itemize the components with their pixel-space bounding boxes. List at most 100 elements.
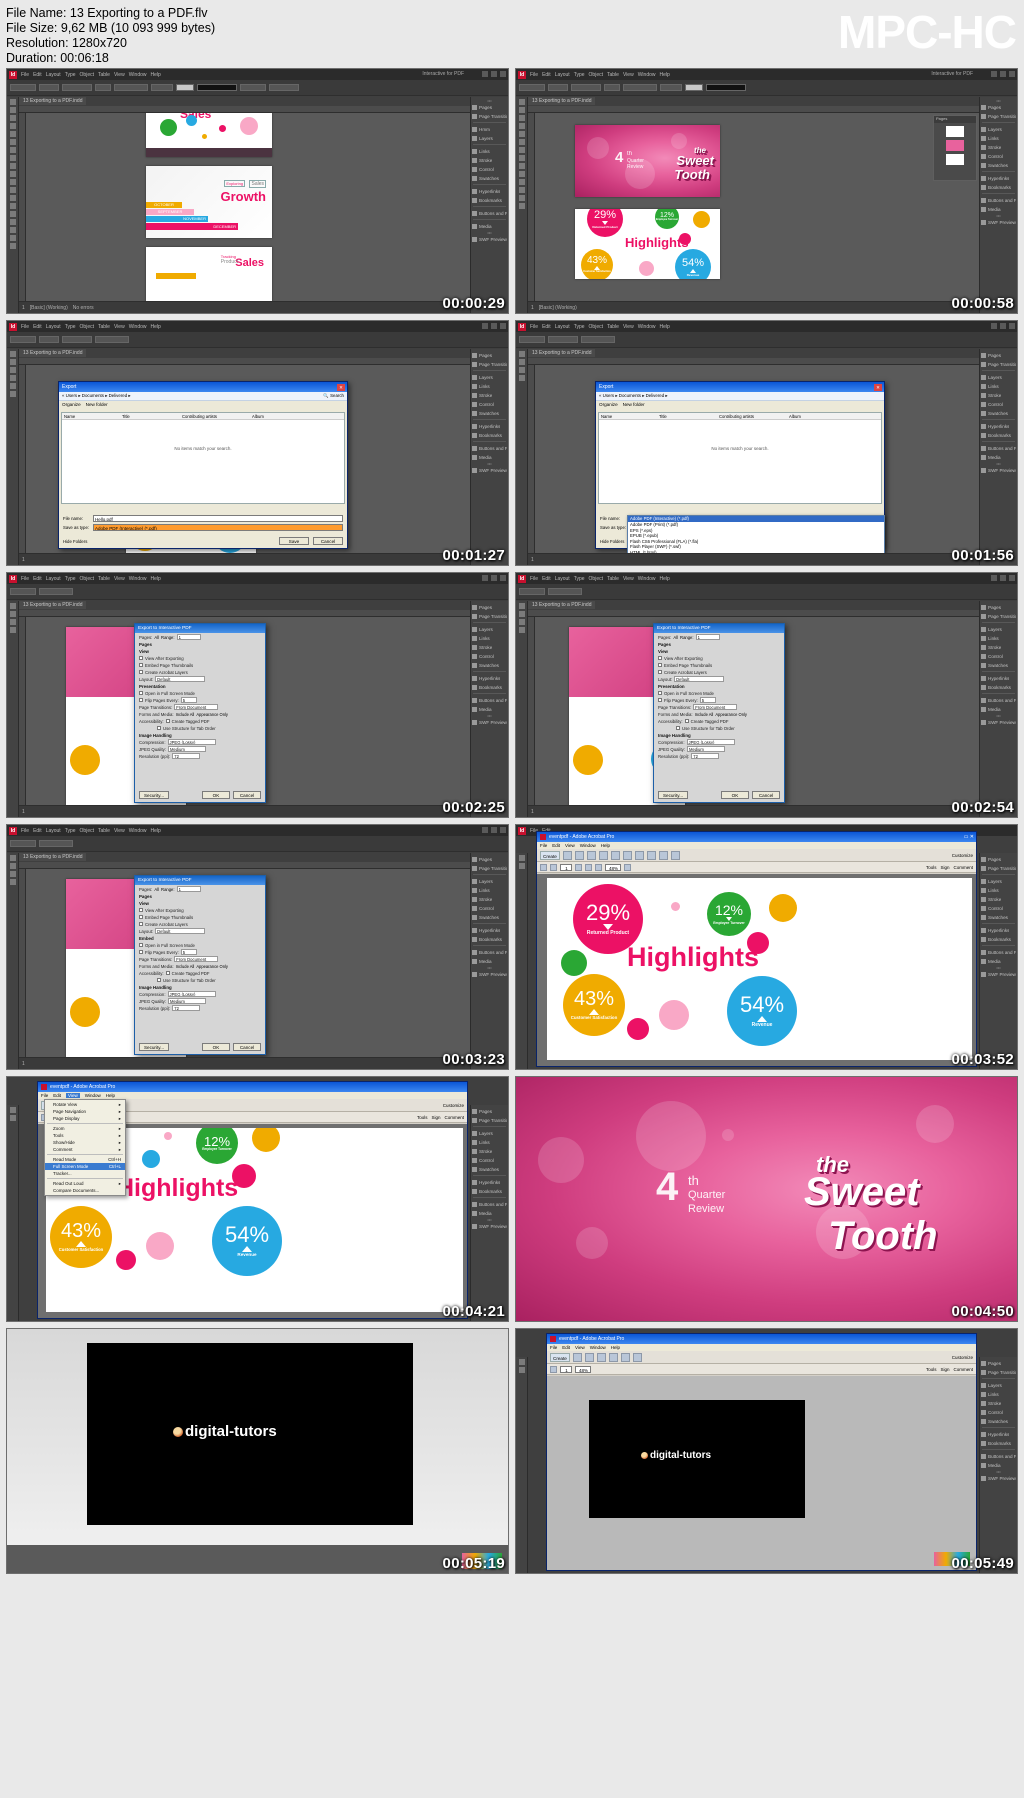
panel-buttons-forms[interactable]: Buttons and Forms	[472, 948, 507, 956]
panel-links[interactable]: Links	[472, 1138, 507, 1146]
forms-include-all[interactable]: Include All	[176, 712, 195, 717]
tools-panel[interactable]	[516, 853, 528, 1069]
document-page[interactable]: 29% Returned Product 12% Employee Turnov…	[575, 209, 720, 279]
status-page-number[interactable]: 1	[531, 809, 534, 815]
acrobat-menu-edit[interactable]: Edit	[552, 843, 560, 848]
panel-links[interactable]: Links	[981, 382, 1016, 390]
panel-buttons-forms[interactable]: Buttons and Forms	[472, 1200, 507, 1208]
acrobat-menu-help[interactable]: Help	[601, 843, 610, 848]
thumbnail-tile[interactable]: digital-tutors 00:05:19	[6, 1328, 509, 1574]
dropdown-option[interactable]: HTML (*.html)	[628, 550, 884, 554]
page-transitions-select[interactable]: From Document	[174, 704, 219, 710]
gap-tool-icon[interactable]	[9, 123, 16, 129]
hand-tool-icon[interactable]	[518, 627, 525, 633]
panel-control[interactable]: Control	[981, 152, 1016, 160]
menu-edit[interactable]: Edit	[33, 324, 42, 330]
flip-seconds-input[interactable]: 5	[180, 697, 197, 703]
panel-layers[interactable]: Layers	[981, 877, 1016, 885]
menu-view[interactable]: View	[114, 324, 125, 330]
panel-pages[interactable]: Pages	[981, 1359, 1016, 1367]
panel-pages[interactable]: Pages	[472, 603, 507, 611]
hide-folders-toggle[interactable]: Hide Folders	[600, 539, 624, 544]
panel-hyperlinks[interactable]: Hyperlinks	[472, 187, 507, 195]
acrobat-menu-window[interactable]: Window	[85, 1093, 101, 1098]
sticky-note-icon[interactable]	[646, 850, 656, 860]
full-screen-checkbox[interactable]	[139, 691, 143, 695]
panels-dock[interactable]: Pages Page Transitions Layers Links Stro…	[979, 1357, 1017, 1573]
type-tool-icon[interactable]	[518, 359, 525, 365]
panels-dock[interactable]: ••• Pages Page Transitions Hmm Layers Li…	[470, 97, 508, 313]
panel-swatches[interactable]: Swatches	[472, 1165, 507, 1173]
document-page[interactable]: Sales	[146, 113, 272, 157]
fit-page-icon[interactable]	[624, 863, 631, 871]
zoom-tool-icon[interactable]	[518, 195, 525, 201]
panel-stroke[interactable]: Stroke	[472, 643, 507, 651]
hand-tool-icon[interactable]	[9, 627, 16, 633]
panel-control[interactable]: Control	[472, 400, 507, 408]
structure-tab-checkbox[interactable]	[157, 726, 161, 730]
pages-option-range[interactable]: Range:	[161, 887, 175, 892]
thumbnail-tile[interactable]: 4 th Quarter Review the Sweet Tooth 00:0…	[515, 1076, 1018, 1322]
column-header-album[interactable]: Album	[252, 414, 264, 419]
pen-tool-icon[interactable]	[518, 619, 525, 625]
acrobat-document-view[interactable]: digital-tutors	[547, 1376, 976, 1570]
acrobat-window[interactable]: eventpdf - Adobe Acrobat Pro File Edit V…	[546, 1333, 977, 1571]
panel-media[interactable]: Media	[981, 205, 1016, 213]
acrobat-menu-view[interactable]: View	[565, 843, 575, 848]
panels-dock[interactable]: Pages Page Transitions Layers Links Stro…	[470, 853, 508, 1069]
menu-object[interactable]: Object	[80, 72, 94, 78]
panel-pages[interactable]: Pages	[981, 855, 1016, 863]
document-canvas[interactable]: Export to Interactive PDF Pages: All Ran…	[535, 617, 979, 805]
menu-window[interactable]: Window	[129, 72, 147, 78]
menu-item-page-navigation[interactable]: Page Navigation ▸	[45, 1108, 125, 1115]
menu-item-comment[interactable]: Comment ▸	[45, 1146, 125, 1153]
acrobat-nav-toolbar[interactable]: 1 48% Tools Sign Comment	[547, 1364, 976, 1375]
panel-stroke[interactable]: Stroke	[472, 1147, 507, 1155]
document-canvas[interactable]: Sales Exploring Sales Growth OCTOBER	[26, 113, 470, 301]
panel-pages[interactable]: Pages	[981, 603, 1016, 611]
panel-page-transitions[interactable]: Page Transitions	[472, 612, 507, 620]
panels-dock[interactable]: Pages Page Transitions Layers Links Stro…	[470, 601, 508, 817]
tools-panel[interactable]	[7, 1105, 19, 1321]
panel-bookmarks[interactable]: Bookmarks	[472, 1187, 507, 1195]
eyedropper-tool-icon[interactable]	[9, 219, 16, 225]
selection-tool-icon[interactable]	[518, 603, 525, 609]
column-header-title[interactable]: Title	[659, 414, 719, 419]
save-icon[interactable]	[574, 850, 584, 860]
panel-swf-preview[interactable]: SWF Preview	[472, 466, 507, 474]
hand-tool-icon[interactable]	[9, 879, 16, 885]
page-number-input[interactable]: 1	[560, 863, 572, 871]
flip-pages-checkbox[interactable]	[658, 698, 662, 702]
pages-option-range[interactable]: Range:	[680, 635, 694, 640]
panel-stroke[interactable]: Stroke	[472, 391, 507, 399]
pages-option-range[interactable]: Range:	[161, 635, 175, 640]
sign-icon[interactable]	[670, 850, 680, 860]
create-button[interactable]: Create	[540, 850, 560, 860]
breadcrumb[interactable]: « Users ▸ Documents ▸ Delivered ▸	[599, 393, 668, 399]
layout-select[interactable]: Default	[674, 676, 725, 682]
menu-table[interactable]: Table	[607, 72, 619, 78]
jpeg-quality-select[interactable]: Medium	[686, 746, 725, 752]
content-collector-icon[interactable]	[9, 131, 16, 137]
tagged-pdf-checkbox[interactable]	[165, 719, 170, 723]
panel-control[interactable]: Control	[472, 1156, 507, 1164]
panel-buttons-forms[interactable]: Buttons and Forms	[472, 696, 507, 704]
menu-type[interactable]: Type	[65, 324, 76, 330]
pencil-icon[interactable]	[658, 850, 668, 860]
panel-control[interactable]: Control	[981, 400, 1016, 408]
embed-thumbnails-checkbox[interactable]	[658, 663, 662, 667]
view-after-export-checkbox[interactable]	[139, 908, 143, 912]
panel-bookmarks[interactable]: Bookmarks	[472, 683, 507, 691]
panel-swatches[interactable]: Swatches	[472, 174, 507, 182]
menu-help[interactable]: Help	[151, 576, 161, 582]
panel-swf-preview[interactable]: SWF Preview	[981, 466, 1016, 474]
panel-hyperlinks[interactable]: Hyperlinks	[472, 1178, 507, 1186]
hand-tool-icon[interactable]	[518, 187, 525, 193]
type-tool-icon[interactable]	[9, 611, 16, 617]
panel-media[interactable]: Media	[472, 222, 507, 230]
hide-folders-toggle[interactable]: Hide Folders	[63, 539, 87, 544]
panel-bookmarks[interactable]: Bookmarks	[981, 1439, 1016, 1447]
status-page-number[interactable]: 1	[22, 557, 25, 563]
menu-layout[interactable]: Layout	[555, 72, 570, 78]
menu-item-full-screen-mode[interactable]: Full Screen Mode Ctrl+L	[45, 1163, 125, 1170]
